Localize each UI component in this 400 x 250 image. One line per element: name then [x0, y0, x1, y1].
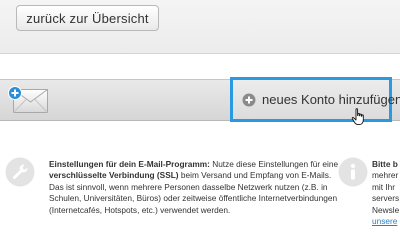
mail-account-tile[interactable]	[0, 80, 50, 120]
add-account-label: neues Konto hinzufügen	[262, 92, 400, 107]
info-right-line: mehrer al	[372, 170, 400, 181]
info-right-link[interactable]: unsere	[372, 216, 400, 227]
top-toolbar: zurück zur Übersicht	[0, 0, 400, 54]
mail-settings-ssl-emphasis: verschlüsselte Verbindung (SSL)	[49, 170, 179, 181]
add-new-account-button[interactable]: neues Konto hinzufügen	[230, 77, 400, 122]
mail-settings-text-1: Nutze diese Einstellungen für eine	[209, 159, 339, 169]
wrench-icon	[5, 157, 35, 187]
mail-settings-title: Einstellungen für dein E-Mail-Programm:	[49, 159, 210, 169]
back-to-overview-button[interactable]: zurück zur Übersicht	[16, 5, 159, 31]
info-right-line: mit Ihr	[372, 181, 396, 192]
add-badge-icon	[8, 86, 22, 100]
info-right-line: Bitte b	[372, 159, 398, 169]
info-right-line: servers	[372, 193, 400, 204]
hand-cursor-icon	[351, 108, 364, 126]
info-icon	[338, 157, 368, 187]
plus-circle-icon	[242, 93, 256, 106]
info-right-line: Newsle	[372, 204, 400, 215]
mail-settings-info: Einstellungen für dein E-Mail-Programm: …	[49, 159, 339, 216]
info-right-text: Bitte b mehrer al mit Ihr servers Newsle…	[372, 159, 400, 227]
